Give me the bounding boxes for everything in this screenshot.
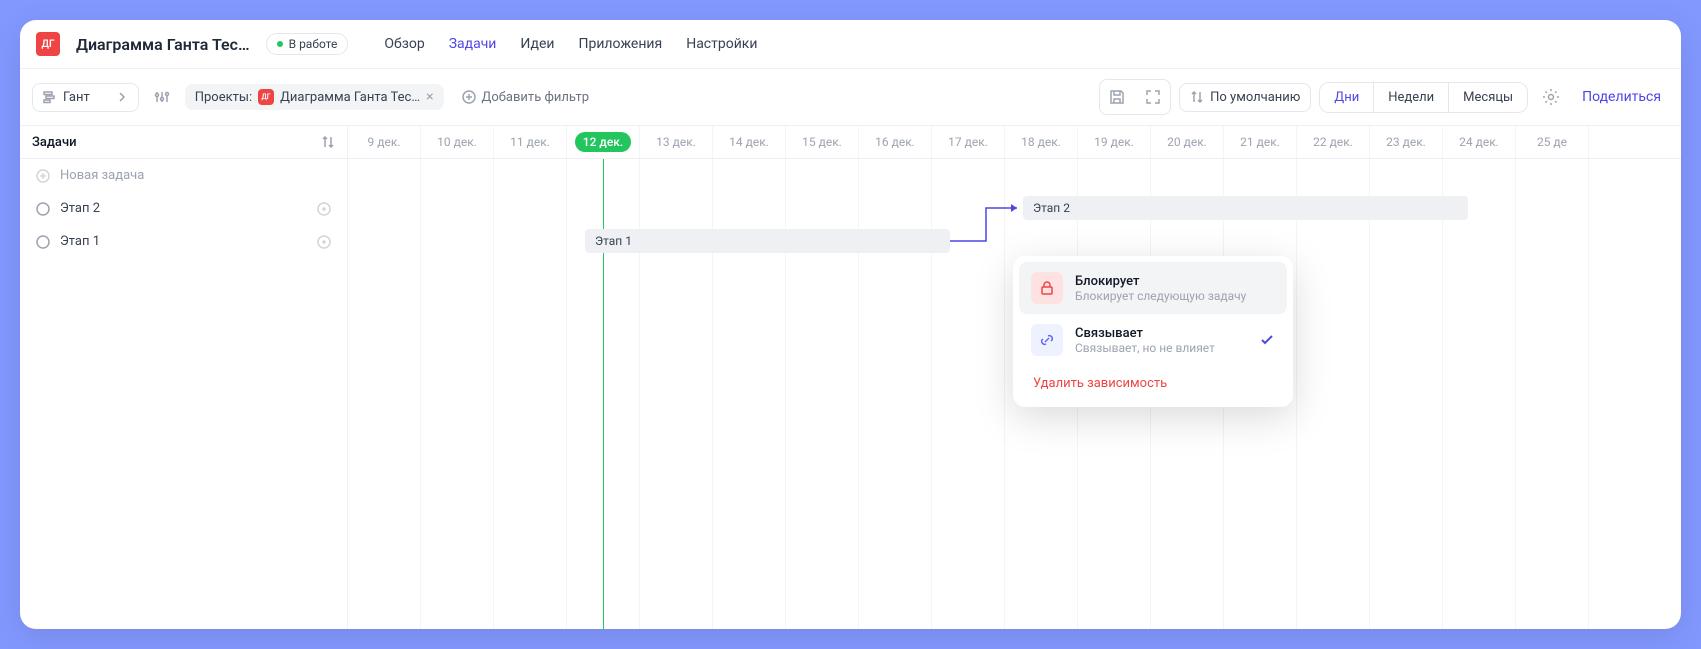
gantt-bars: Этап 2 Этап 1 [348,159,1681,258]
popup-option-block[interactable]: Блокирует Блокирует следующую задачу [1019,262,1287,314]
date-col: 15 дек. [786,126,859,158]
tab-apps[interactable]: Приложения [578,36,662,52]
date-col: 12 дек. [567,126,640,158]
popup-block-sub: Блокирует следующую задачу [1075,289,1275,303]
popup-delete-dependency[interactable]: Удалить зависимость [1019,366,1287,401]
task-name: Этап 1 [60,234,100,249]
chip-project-badge: ДГ [258,89,274,105]
popup-link-sub: Связывает, но не влияет [1075,341,1247,355]
date-header: 9 дек.10 дек.11 дек.12 дек.13 дек.14 дек… [348,126,1681,159]
tab-tasks[interactable]: Задачи [449,36,497,52]
sidebar-heading: Задачи [20,126,347,159]
save-view-button[interactable] [1102,82,1132,112]
task-name: Этап 2 [60,201,100,216]
new-task-label: Новая задача [60,168,144,183]
date-col: 10 дек. [421,126,494,158]
tab-ideas[interactable]: Идеи [520,36,554,52]
gantt-bar-etap1[interactable]: Этап 1 [585,229,950,253]
projects-filter-chip[interactable]: Проекты: ДГ Диаграмма Ганта Тес… × [185,84,444,110]
status-circle-icon [36,235,50,249]
date-col: 24 дек. [1443,126,1516,158]
link-icon [1031,324,1063,356]
tab-overview[interactable]: Обзор [384,36,424,52]
nav-tabs: Обзор Задачи Идеи Приложения Настройки [384,36,757,52]
gantt-bar-etap2[interactable]: Этап 2 [1023,196,1468,220]
chip-project-name: Диаграмма Ганта Тес… [280,90,420,105]
view-actions [1099,79,1171,115]
status-circle-icon [36,202,50,216]
task-row-etap1[interactable]: Этап 1 [20,225,347,258]
filter-settings-button[interactable] [147,82,177,112]
task-sort-icon[interactable] [321,135,335,149]
date-col: 14 дек. [713,126,786,158]
date-col: 19 дек. [1078,126,1151,158]
zoom-segmented: Дни Недели Месяцы [1319,82,1528,113]
status-dot-icon [277,41,283,47]
header: ДГ Диаграмма Ганта Тес… В работе Обзор З… [20,20,1681,69]
zoom-months[interactable]: Месяцы [1448,83,1527,112]
sliders-icon [154,89,170,105]
popup-block-title: Блокирует [1075,274,1275,289]
settings-button[interactable] [1536,82,1566,112]
app-window: ДГ Диаграмма Ганта Тес… В работе Обзор З… [20,20,1681,629]
fullscreen-button[interactable] [1138,82,1168,112]
share-button[interactable]: Поделиться [1574,89,1669,105]
project-badge: ДГ [36,32,60,56]
zoom-weeks[interactable]: Недели [1373,83,1448,112]
sort-button[interactable]: По умолчанию [1179,83,1311,112]
save-icon [1109,89,1125,105]
popup-option-link[interactable]: Связывает Связывает, но не влияет [1019,314,1287,366]
check-icon [1259,332,1275,348]
task-action-icon[interactable] [317,235,331,249]
plus-circle-icon [462,90,476,104]
status-badge[interactable]: В работе [266,33,349,55]
status-label: В работе [289,37,338,51]
view-selector[interactable]: Гант [32,83,139,112]
dependency-popup: Блокирует Блокирует следующую задачу Свя… [1013,256,1293,407]
date-col: 16 дек. [859,126,932,158]
date-col: 9 дек. [348,126,421,158]
date-col: 17 дек. [932,126,1005,158]
chip-close-icon[interactable]: × [426,89,433,105]
project-title: Диаграмма Ганта Тес… [76,35,250,54]
sort-label: По умолчанию [1210,90,1300,105]
new-task-row[interactable]: Новая задача [20,159,347,192]
expand-icon [1145,89,1161,105]
date-col: 11 дек. [494,126,567,158]
date-col: 21 дек. [1224,126,1297,158]
lock-icon [1031,272,1063,304]
gear-icon [1542,88,1560,106]
gantt-icon [43,90,57,104]
content: Задачи Новая задача Этап 2 Этап 1 9 дек.… [20,126,1681,629]
date-col: 20 дек. [1151,126,1224,158]
date-col: 18 дек. [1005,126,1078,158]
date-col: 23 дек. [1370,126,1443,158]
chevron-right-icon [116,91,128,103]
zoom-days[interactable]: Дни [1320,83,1373,112]
tab-settings[interactable]: Настройки [686,36,757,52]
view-label: Гант [63,90,90,105]
popup-link-title: Связывает [1075,326,1247,341]
add-filter-label: Добавить фильтр [482,90,590,105]
date-col: 25 де [1516,126,1589,158]
sort-arrows-icon [1190,90,1204,104]
projects-label: Проекты: [195,90,252,105]
task-row-etap2[interactable]: Этап 2 [20,192,347,225]
plus-circle-icon [36,169,50,183]
task-sidebar: Задачи Новая задача Этап 2 Этап 1 [20,126,348,629]
date-col: 13 дек. [640,126,713,158]
date-col: 22 дек. [1297,126,1370,158]
gantt-area[interactable]: 9 дек.10 дек.11 дек.12 дек.13 дек.14 дек… [348,126,1681,629]
sidebar-title: Задачи [32,135,77,150]
toolbar: Гант Проекты: ДГ Диаграмма Ганта Тес… × … [20,69,1681,126]
task-action-icon[interactable] [317,202,331,216]
add-filter-button[interactable]: Добавить фильтр [452,84,600,111]
